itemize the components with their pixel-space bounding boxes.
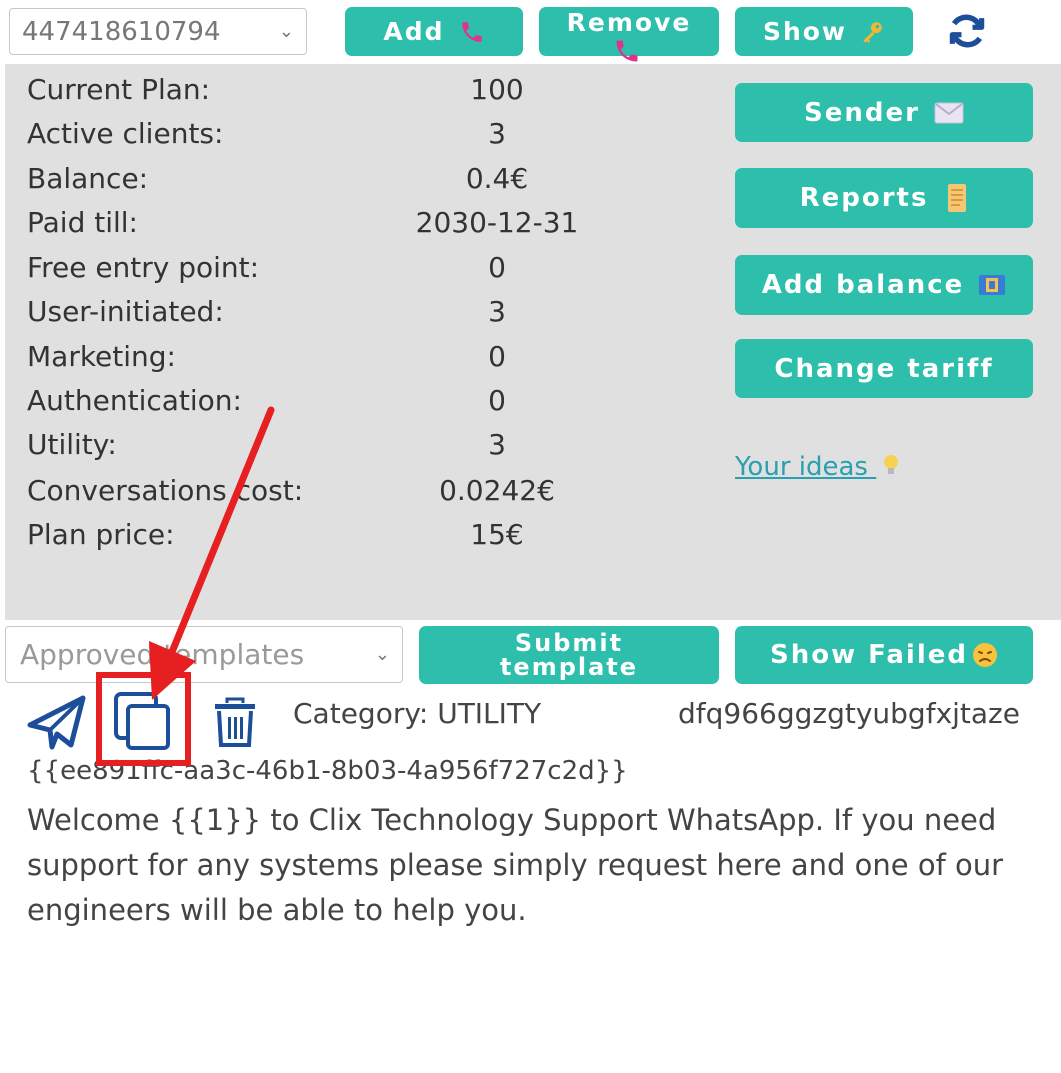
stat-row: Conversations cost: 0.0242€	[27, 474, 587, 518]
template-category: Category: UTILITY	[293, 697, 542, 730]
stat-row: Balance: 0.4€	[27, 162, 587, 206]
sender-button[interactable]: Sender	[735, 83, 1033, 142]
add-label: Add	[383, 17, 445, 46]
stat-row: Active clients: 3	[27, 117, 587, 161]
stat-value: 15€	[470, 518, 524, 551]
show-failed-label: Show Failed	[769, 640, 969, 670]
phone-icon	[461, 21, 482, 42]
show-label: Show	[762, 17, 848, 46]
stat-row: Marketing: 0	[27, 340, 587, 384]
send-icon[interactable]	[26, 692, 88, 750]
approved-templates-placeholder: Approved templates	[20, 638, 305, 671]
envelope-icon	[934, 102, 964, 123]
sender-label: Sender	[804, 97, 920, 128]
your-ideas-label: Your ideas	[735, 452, 868, 482]
key-icon	[863, 21, 882, 43]
reports-button[interactable]: Reports	[735, 168, 1033, 228]
approved-templates-select[interactable]: Approved templates ⌄	[5, 626, 403, 683]
template-body: Welcome {{1}} to Clix Technology Support…	[27, 803, 1004, 927]
phone-number-select[interactable]: 447418610794 ⌄	[9, 8, 307, 55]
stat-row: Free entry point: 0	[27, 251, 587, 295]
chevron-down-icon: ⌄	[278, 21, 294, 42]
show-key-button[interactable]: Show	[735, 7, 913, 56]
stat-row: User-initiated: 3	[27, 295, 587, 339]
submit-template-line2: template	[499, 653, 639, 681]
submit-template-line1: Submit	[514, 629, 624, 657]
add-balance-label: Add balance	[761, 270, 965, 300]
disappointed-face-icon	[973, 643, 998, 667]
lightbulb-icon	[884, 455, 899, 474]
show-failed-button[interactable]: Show Failed	[735, 626, 1033, 684]
your-ideas-link[interactable]: Your ideas	[735, 452, 935, 492]
stat-row: Plan price: 15€	[27, 518, 587, 562]
add-number-button[interactable]: Add	[345, 7, 523, 56]
submit-template-button[interactable]: Submit template	[419, 626, 719, 684]
trash-icon[interactable]	[213, 697, 257, 749]
chevron-down-icon: ⌄	[374, 644, 390, 665]
stat-row: Authentication: 0	[27, 384, 587, 428]
scroll-icon	[948, 184, 967, 212]
reports-label: Reports	[799, 183, 929, 213]
stat-row: Current Plan: 100	[27, 73, 587, 117]
add-balance-button[interactable]: Add balance	[735, 255, 1033, 315]
template-name: dfq966ggzgtyubgfxjtaze	[678, 697, 1020, 730]
stat-row: Paid till: 2030-12-31	[27, 206, 587, 250]
stat-row: Utility: 3	[27, 428, 587, 472]
change-tariff-button[interactable]: Change tariff	[735, 339, 1033, 398]
highlight-box	[96, 672, 191, 766]
change-tariff-label: Change tariff	[774, 353, 994, 384]
phone-icon	[616, 40, 638, 62]
phone-number-value: 447418610794	[22, 16, 221, 47]
remove-label: Remove	[566, 8, 692, 37]
atm-icon	[979, 275, 1006, 295]
refresh-icon[interactable]	[945, 9, 989, 53]
